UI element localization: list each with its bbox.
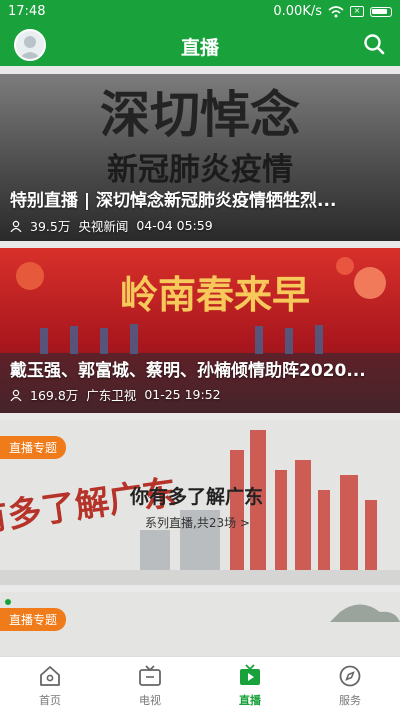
publish-time: 01-25 19:52 [144,387,221,402]
status-bar: 17:48 0.00K/s × [0,0,400,24]
nav-item-service[interactable]: 服务 [300,657,400,711]
live-card[interactable]: 岭南春来早 戴玉强、郭富城、蔡明、孙楠倾情助阵2020... 169.8万 广东… [0,248,400,413]
app-bar: 直播 [0,24,400,66]
live-feed[interactable]: 深切悼念 新冠肺炎疫情 特别直播 | 深切悼念新冠肺炎疫情牺牲烈... 39.5… [0,66,400,656]
page-title: 直播 [180,37,219,59]
wifi-icon [328,5,344,17]
topic-subtitle[interactable]: 系列直播,共23场 > [145,514,250,531]
nav-label: 电视 [139,694,161,707]
topic-badge: 直播专题 [0,436,67,459]
card-title: 戴玉强、郭富城、蔡明、孙楠倾情助阵2020... [10,361,366,381]
user-icon [10,220,22,232]
poster-title-text: 深切悼念 [100,86,300,144]
nav-item-live[interactable]: 直播 [200,657,300,711]
home-icon [40,666,60,686]
poster-subtitle-text: 新冠肺炎疫情 [107,152,293,188]
nav-label: 直播 [239,694,261,707]
source-name: 广东卫视 [86,388,137,403]
topic-title: 你有多了解广东 [130,486,264,508]
nav-item-tv[interactable]: 电视 [100,657,200,711]
poster-gala-text: 岭南春来早 [120,272,310,317]
topic-badge: 直播专题 [0,608,67,631]
card-title: 特别直播 | 深切悼念新冠肺炎疫情牺牲烈... [10,191,337,211]
battery-icon [370,6,392,17]
source-name: 央视新闻 [78,219,129,234]
publish-time: 04-04 05:59 [136,218,213,233]
nav-item-home[interactable]: 首页 [0,657,100,711]
nav-label: 服务 [339,694,361,707]
topic-card[interactable]: 你有多了解广东 直播专题 你有多了解广东 系列直播,共23场 > [0,420,400,585]
topic-card[interactable]: 直播专题 [0,592,400,656]
network-speed: 0.00K/s [273,4,322,19]
live-card[interactable]: 深切悼念 新冠肺炎疫情 特别直播 | 深切悼念新冠肺炎疫情牺牲烈... 39.5… [0,74,400,241]
view-count: 39.5万 [30,219,71,234]
view-count: 169.8万 [30,388,79,403]
status-time: 17:48 [8,4,46,19]
tv-icon [139,665,161,686]
live-icon [240,664,260,685]
no-sim-icon: × [350,6,364,17]
compass-icon [339,665,361,687]
user-icon [10,389,22,401]
nav-label: 首页 [39,694,61,707]
bottom-nav: 首页 电视 直播 服务 [0,656,400,711]
search-icon[interactable] [362,32,386,56]
